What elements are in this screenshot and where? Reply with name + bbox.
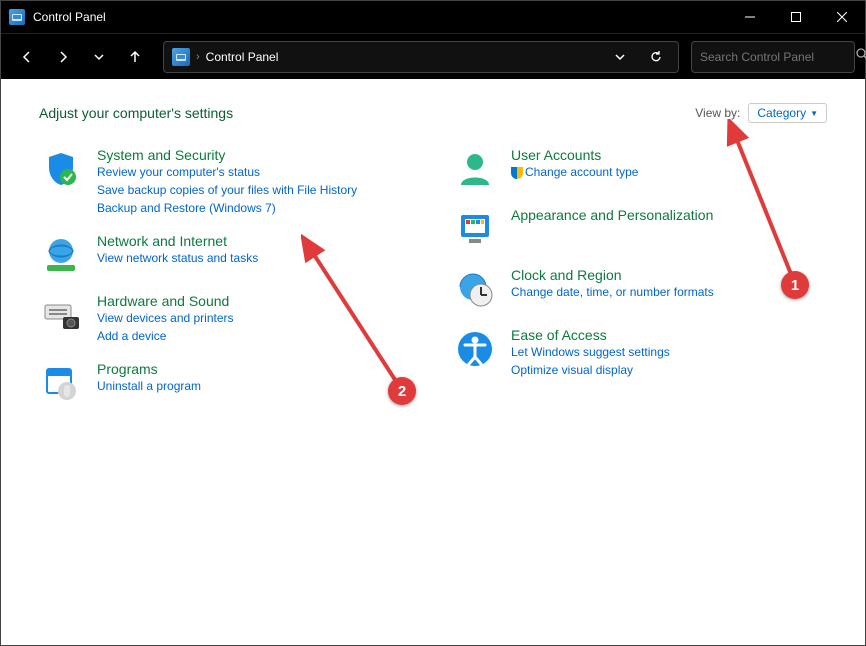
annotation-badge-1: 1	[781, 271, 809, 299]
category-title[interactable]: Hardware and Sound	[97, 293, 413, 309]
maximize-button[interactable]	[773, 1, 819, 33]
back-button[interactable]	[11, 41, 43, 73]
category-item: Clock and RegionChange date, time, or nu…	[453, 267, 827, 311]
refresh-button[interactable]	[642, 43, 670, 71]
control-panel-icon	[9, 9, 25, 25]
category-body: Clock and RegionChange date, time, or nu…	[511, 267, 827, 311]
left-column: System and SecurityReview your computer'…	[39, 147, 413, 421]
category-item: User AccountsChange account type	[453, 147, 827, 191]
category-icon	[453, 207, 497, 251]
page-title: Adjust your computer's settings	[39, 105, 233, 121]
category-item: Hardware and SoundView devices and print…	[39, 293, 413, 345]
category-title[interactable]: Ease of Access	[511, 327, 827, 343]
search-input[interactable]	[700, 50, 855, 64]
forward-button[interactable]	[47, 41, 79, 73]
up-button[interactable]	[119, 41, 151, 73]
category-icon	[453, 147, 497, 191]
title-bar: Control Panel	[1, 1, 865, 33]
chevron-down-icon: ▼	[810, 109, 818, 118]
window-title: Control Panel	[33, 10, 106, 24]
title-left: Control Panel	[1, 9, 106, 25]
category-icon	[39, 147, 83, 191]
category-body: Network and InternetView network status …	[97, 233, 413, 277]
right-column: User AccountsChange account type Appearan…	[453, 147, 827, 421]
category-item: ProgramsUninstall a program	[39, 361, 413, 405]
view-by-value: Category	[757, 106, 806, 120]
category-link[interactable]: View network status and tasks	[97, 249, 413, 267]
search-icon	[855, 47, 866, 66]
category-link[interactable]: View devices and printers	[97, 309, 413, 327]
breadcrumb-separator: ›	[196, 51, 200, 63]
category-icon	[453, 267, 497, 311]
annotation-badge-2: 2	[388, 377, 416, 405]
close-button[interactable]	[819, 1, 865, 33]
header-row: Adjust your computer's settings View by:…	[39, 103, 827, 123]
category-item: Appearance and Personalization	[453, 207, 827, 251]
category-grid: System and SecurityReview your computer'…	[39, 147, 827, 421]
category-link[interactable]: Add a device	[97, 327, 413, 345]
category-title[interactable]: User Accounts	[511, 147, 827, 163]
view-by-select[interactable]: Category ▼	[748, 103, 827, 123]
category-title[interactable]: Appearance and Personalization	[511, 207, 827, 223]
category-title[interactable]: Programs	[97, 361, 413, 377]
category-link[interactable]: Uninstall a program	[97, 377, 413, 395]
address-dropdown[interactable]	[606, 43, 634, 71]
category-body: ProgramsUninstall a program	[97, 361, 413, 405]
content-area: Adjust your computer's settings View by:…	[1, 79, 865, 645]
category-body: Appearance and Personalization	[511, 207, 827, 251]
view-by-label: View by:	[695, 106, 740, 120]
category-item: Ease of AccessLet Windows suggest settin…	[453, 327, 827, 379]
category-title[interactable]: System and Security	[97, 147, 413, 163]
title-controls	[727, 1, 865, 33]
window-frame: Control Panel › Control Panel	[0, 0, 866, 646]
category-icon	[39, 233, 83, 277]
view-by: View by: Category ▼	[695, 103, 827, 123]
breadcrumb[interactable]: Control Panel	[206, 50, 279, 64]
category-item: System and SecurityReview your computer'…	[39, 147, 413, 217]
category-item: Network and InternetView network status …	[39, 233, 413, 277]
category-title[interactable]: Network and Internet	[97, 233, 413, 249]
category-link[interactable]: Let Windows suggest settings	[511, 343, 827, 361]
address-bar[interactable]: › Control Panel	[163, 41, 679, 73]
category-link[interactable]: Save backup copies of your files with Fi…	[97, 181, 413, 199]
shield-icon	[511, 167, 523, 179]
category-link[interactable]: Backup and Restore (Windows 7)	[97, 199, 413, 217]
minimize-button[interactable]	[727, 1, 773, 33]
search-box[interactable]	[691, 41, 855, 73]
category-body: System and SecurityReview your computer'…	[97, 147, 413, 217]
category-icon	[39, 361, 83, 405]
category-body: Ease of AccessLet Windows suggest settin…	[511, 327, 827, 379]
category-link[interactable]: Review your computer's status	[97, 163, 413, 181]
category-link[interactable]: Optimize visual display	[511, 361, 827, 379]
nav-bar: › Control Panel	[1, 33, 865, 79]
category-body: User AccountsChange account type	[511, 147, 827, 191]
category-icon	[453, 327, 497, 371]
category-link[interactable]: Change date, time, or number formats	[511, 283, 827, 301]
category-link[interactable]: Change account type	[511, 163, 827, 181]
category-title[interactable]: Clock and Region	[511, 267, 827, 283]
address-icon	[172, 48, 190, 66]
recent-dropdown[interactable]	[83, 41, 115, 73]
category-icon	[39, 293, 83, 337]
category-body: Hardware and SoundView devices and print…	[97, 293, 413, 345]
